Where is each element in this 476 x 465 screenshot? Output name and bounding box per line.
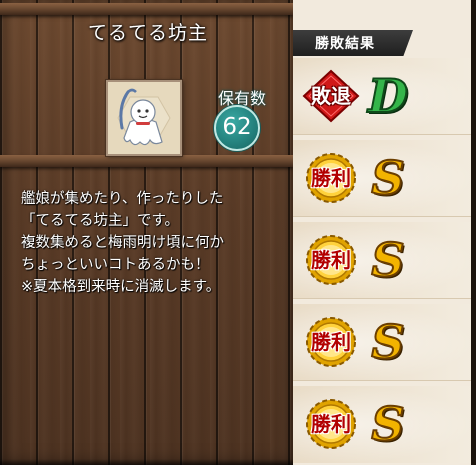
victory-gold-gear-icon: 勝利: [303, 152, 359, 204]
owned-count-value: 62: [222, 114, 252, 140]
result-row: 勝利 S: [293, 222, 476, 299]
panel-edge: [471, 0, 476, 465]
victory-gold-gear-icon: 勝利: [303, 234, 359, 286]
row-divider: [293, 134, 476, 135]
rank-letter: S: [370, 232, 405, 288]
rank-letter: S: [370, 314, 405, 370]
rank-letter: S: [370, 396, 405, 452]
description-line: 「てるてる坊主」です。: [21, 213, 180, 229]
description-line: ちょっといいコトあるかも！: [21, 257, 210, 273]
victory-gold-gear-icon: 勝利: [303, 316, 359, 368]
item-image-frame: [106, 80, 182, 156]
result-row: 勝利 S: [293, 304, 476, 381]
result-row: 勝利 S: [293, 140, 476, 217]
description-line: 複数集めると梅雨明け頃に何か: [21, 235, 224, 251]
defeat-red-diamond-icon: 敗退: [302, 69, 360, 123]
teru-teru-bozu-doll-icon: [108, 82, 180, 154]
victory-gold-gear-icon: 勝利: [303, 398, 359, 450]
result-text: 勝利: [311, 166, 351, 190]
description-line: 艦娘が集めたり、作ったりした: [21, 191, 224, 207]
description-line: ※夏本格到来時に消滅します。: [21, 279, 221, 295]
owned-count-badge: 62: [214, 105, 260, 151]
result-text: 勝利: [311, 330, 351, 354]
result-row: 敗退 D: [293, 58, 476, 135]
panel-shadow: [0, 459, 293, 465]
result-text: 勝利: [311, 248, 351, 272]
row-divider: [293, 298, 476, 299]
item-description: 艦娘が集めたり、作ったりした 「てるてる坊主」です。 複数集めると梅雨明け頃に何…: [21, 188, 289, 298]
battle-results-panel: 勝敗結果 敗退 D 勝利 S 勝利 S 勝利 S 勝利 S: [293, 0, 476, 465]
results-header-label: 勝敗結果: [315, 36, 375, 52]
row-divider: [293, 380, 476, 381]
row-divider: [293, 216, 476, 217]
wood-beam-middle: [0, 155, 293, 167]
item-title: てるてる坊主: [88, 22, 209, 44]
result-row: 勝利 S: [293, 386, 476, 463]
result-text: 敗退: [311, 84, 351, 108]
item-detail-panel: てるてる坊主 保有数 62 艦娘が集めたり、作ったりした 「てるてる坊主」です。…: [0, 0, 293, 465]
rank-letter: D: [367, 68, 409, 124]
results-header: 勝敗結果: [293, 30, 413, 56]
rank-letter: S: [370, 150, 405, 206]
wood-beam-top: [0, 3, 293, 15]
result-text: 勝利: [311, 412, 351, 436]
